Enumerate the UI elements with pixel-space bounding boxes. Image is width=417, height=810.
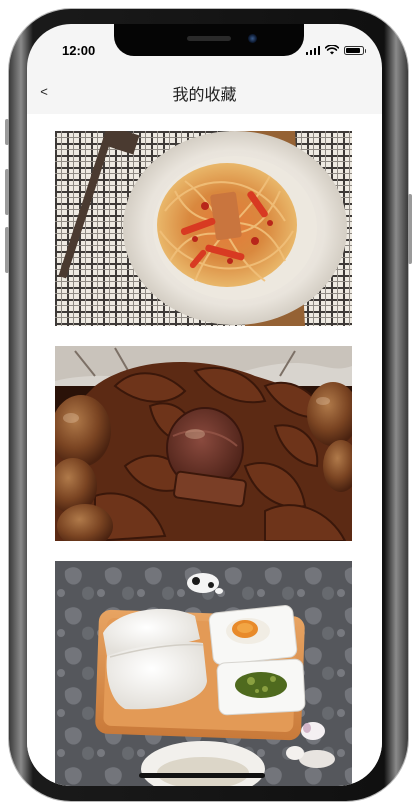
wifi-icon	[325, 45, 339, 55]
favorites-list	[27, 114, 382, 786]
front-camera-icon	[248, 34, 257, 43]
status-time: 12:00	[62, 43, 96, 58]
battery-icon	[344, 45, 366, 55]
status-icons	[305, 45, 366, 55]
favorite-item-steamed-buns[interactable]	[55, 561, 352, 786]
favorite-item-spaghetti[interactable]	[55, 131, 352, 326]
power-button	[408, 194, 412, 264]
page-title: 我的收藏	[172, 85, 237, 104]
favorite-item-braised-meat[interactable]	[55, 346, 352, 541]
notch	[114, 24, 304, 56]
silent-switch	[5, 119, 9, 145]
spaghetti-image	[55, 131, 352, 326]
battery-level	[346, 47, 361, 53]
home-indicator[interactable]	[139, 773, 265, 778]
braised-meat-image	[55, 346, 352, 541]
steamed-buns-image	[55, 561, 352, 786]
nav-bar: < 我的收藏	[27, 68, 382, 114]
speaker-grille	[187, 36, 231, 41]
volume-down-button	[5, 227, 9, 273]
cellular-signal-icon	[305, 45, 320, 55]
volume-up-button	[5, 169, 9, 215]
device-screen: 12:00 < 我的收藏	[27, 24, 382, 786]
